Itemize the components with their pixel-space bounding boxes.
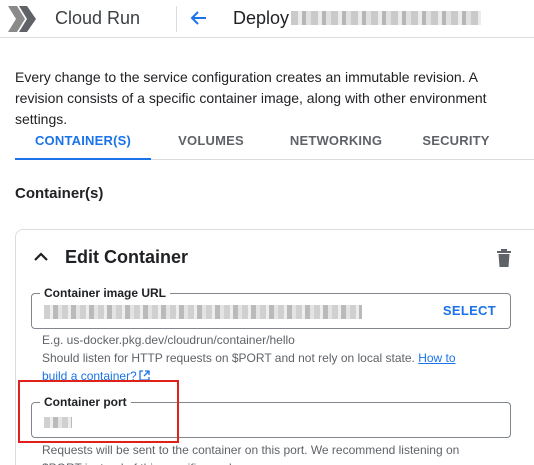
delete-icon[interactable] <box>496 249 512 267</box>
tab-containers[interactable]: CONTAINER(S) <box>15 122 151 160</box>
section-title: Container(s) <box>15 185 104 202</box>
highlight-box <box>18 380 179 443</box>
tab-networking[interactable]: NETWORKING <box>271 122 401 160</box>
container-image-url-field[interactable]: Container image URL SELECT <box>31 286 511 329</box>
image-url-example: E.g. us-docker.pkg.dev/cloudrun/containe… <box>42 333 295 347</box>
header-divider <box>176 6 177 32</box>
page-title: Deploy <box>233 8 290 28</box>
redacted-service-name <box>291 11 481 25</box>
arrow-back-icon[interactable] <box>188 7 210 29</box>
cloud-run-logo-icon <box>8 6 36 32</box>
app-name: Cloud Run <box>55 8 141 28</box>
tab-security[interactable]: SECURITY <box>401 122 511 160</box>
redacted-image-url <box>44 305 362 319</box>
container-image-url-label: Container image URL <box>40 286 171 300</box>
image-url-hint: E.g. us-docker.pkg.dev/cloudrun/containe… <box>42 331 482 385</box>
card-title: Edit Container <box>65 247 189 267</box>
select-image-button[interactable]: SELECT <box>443 303 496 318</box>
revision-description: Every change to the service configuratio… <box>15 69 487 127</box>
chevron-up-icon[interactable] <box>33 249 49 265</box>
top-bar: Cloud Run Deploy <box>0 0 534 38</box>
container-port-hint: Requests will be sent to the container o… <box>42 443 460 465</box>
tab-bar: CONTAINER(S) VOLUMES NETWORKING SECURITY <box>15 122 534 160</box>
tab-volumes[interactable]: VOLUMES <box>151 122 271 160</box>
image-url-requirements-text: Should listen for HTTP requests on $PORT… <box>42 351 415 365</box>
